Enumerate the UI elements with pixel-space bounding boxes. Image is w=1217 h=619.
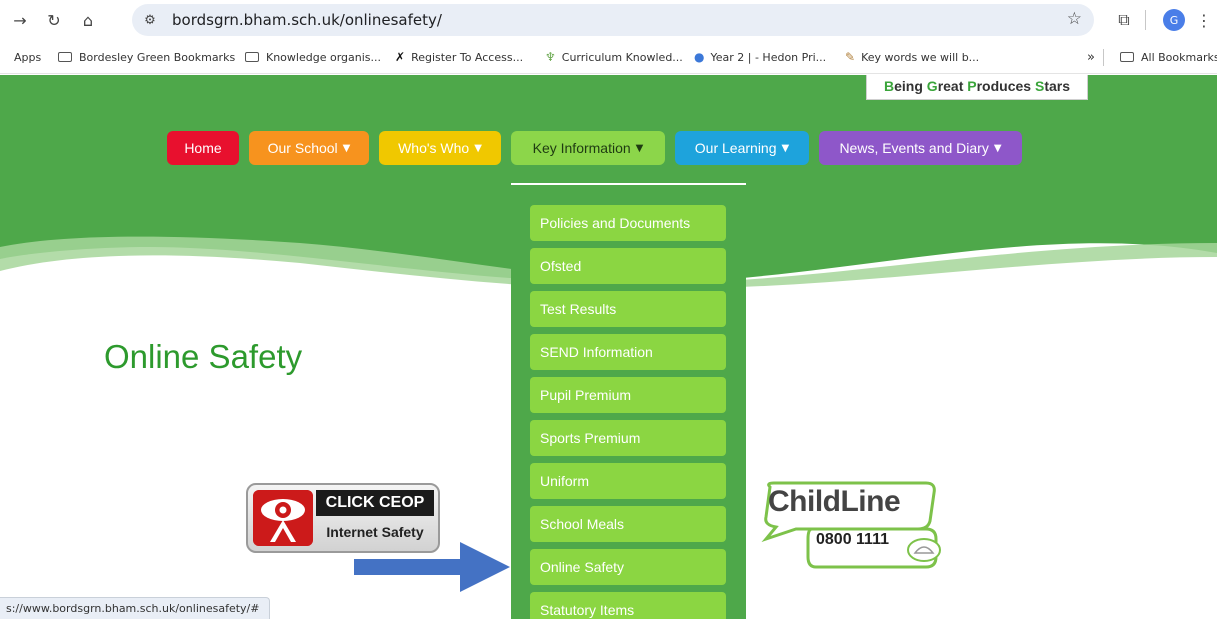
browser-window: → ↻ ⌂ ⚙ bordsgrn.bham.sch.uk/onlinesafet… <box>0 0 1217 619</box>
ceop-sublabel: Internet Safety <box>326 524 424 540</box>
bookmark-label: Key words we will b... <box>861 50 980 64</box>
motto-word: tars <box>1044 78 1070 94</box>
bookmark-year2-hedon[interactable]: ● Year 2 | - Hedon Pri... <box>694 49 826 65</box>
nav-news-events-diary[interactable]: News, Events and Diary ▼ <box>819 131 1022 165</box>
plant-icon: ♆ <box>545 50 556 64</box>
dropdown-item-send[interactable]: SEND Information <box>530 334 726 370</box>
bookmark-apps[interactable]: Apps <box>14 49 41 65</box>
bookmark-label: All Bookmarks <box>1141 50 1217 64</box>
bookmark-bordesley-green[interactable]: Bordesley Green Bookmarks <box>58 49 235 65</box>
nav-label: Who's Who <box>398 140 470 156</box>
bookmark-all-bookmarks[interactable]: All Bookmarks <box>1120 49 1217 65</box>
bookmark-curriculum[interactable]: ♆ Curriculum Knowled... <box>545 49 683 65</box>
motto-word: eing <box>894 78 927 94</box>
chevron-down-icon: ▼ <box>635 142 644 154</box>
motto-word: reat <box>937 78 968 94</box>
extensions-icon[interactable]: ⧉ <box>1112 8 1136 32</box>
dropdown-item-label: School Meals <box>540 516 625 532</box>
bookmarks-bar: Apps Bordesley Green Bookmarks Knowledge… <box>0 40 1217 74</box>
key-information-dropdown: Policies and Documents Ofsted Test Resul… <box>511 183 746 619</box>
home-icon[interactable]: ⌂ <box>76 8 100 32</box>
nav-label: Our School <box>267 140 338 156</box>
nav-whos-who[interactable]: Who's Who ▼ <box>379 131 501 165</box>
folder-icon <box>245 52 259 62</box>
motto-letter: B <box>884 78 895 94</box>
nav-label: Home <box>184 140 222 156</box>
chevron-down-icon: ▼ <box>993 142 1002 154</box>
motto-word: roduces <box>976 78 1035 94</box>
profile-avatar[interactable]: G <box>1163 9 1185 31</box>
bookmark-label: Curriculum Knowled... <box>561 50 683 64</box>
nav-label: News, Events and Diary <box>839 140 989 156</box>
register-site-icon: ✗ <box>395 50 406 64</box>
dropdown-item-online-safety[interactable]: Online Safety <box>530 549 726 585</box>
dropdown-item-label: Online Safety <box>540 559 625 575</box>
bookmark-label: Register To Access... <box>411 50 524 64</box>
ceop-eye-icon <box>253 490 313 546</box>
dropdown-item-label: Sports Premium <box>540 430 641 446</box>
dropdown-item-label: Pupil Premium <box>540 387 632 403</box>
nav-label: Key Information <box>532 140 631 156</box>
motto-letter: G <box>926 78 938 94</box>
page-title: Online Safety <box>104 338 303 375</box>
bookmark-label: Year 2 | - Hedon Pri... <box>710 50 827 64</box>
motto-letter: S <box>1034 78 1045 94</box>
dropdown-item-sports-premium[interactable]: Sports Premium <box>530 420 726 456</box>
dropdown-item-label: Ofsted <box>540 258 582 274</box>
childline-logo[interactable]: ChildLine 0800 1111 <box>756 477 956 572</box>
dropdown-item-statutory[interactable]: Statutory Items <box>530 592 726 619</box>
dropdown-item-label: Policies and Documents <box>540 215 691 231</box>
nav-our-learning[interactable]: Our Learning ▼ <box>675 131 809 165</box>
childline-name: ChildLine <box>768 485 901 518</box>
bookmark-register[interactable]: ✗ Register To Access... <box>395 49 523 65</box>
dropdown-item-ofsted[interactable]: Ofsted <box>530 248 726 284</box>
bookmark-label: Apps <box>14 50 42 64</box>
nav-our-school[interactable]: Our School ▼ <box>249 131 369 165</box>
nav-home[interactable]: Home <box>167 131 239 165</box>
bookmark-knowledge-organiser[interactable]: Knowledge organis... <box>245 49 381 65</box>
globe-icon: ● <box>694 50 705 64</box>
pointer-arrow-icon <box>354 542 510 592</box>
dropdown-item-uniform[interactable]: Uniform <box>530 463 726 499</box>
chevron-down-icon: ▼ <box>342 142 351 154</box>
motto-letter: P <box>967 78 977 94</box>
nav-key-information[interactable]: Key Information ▼ <box>511 131 665 165</box>
status-bar-url: s://www.bordsgrn.bham.sch.uk/onlinesafet… <box>0 597 271 619</box>
address-bar[interactable]: ⚙ bordsgrn.bham.sch.uk/onlinesafety/ ☆ <box>132 4 1094 36</box>
browser-toolbar: → ↻ ⌂ ⚙ bordsgrn.bham.sch.uk/onlinesafet… <box>0 0 1217 40</box>
nav-label: Our Learning <box>694 140 777 156</box>
childline-phone: 0800 1111 <box>816 531 889 548</box>
address-url[interactable]: bordsgrn.bham.sch.uk/onlinesafety/ <box>172 11 442 29</box>
dropdown-item-label: SEND Information <box>540 344 653 360</box>
pencil-icon: ✎ <box>845 50 856 64</box>
bookmarks-divider <box>1103 49 1104 66</box>
chevron-down-icon: ▼ <box>781 142 790 154</box>
managed-folder-icon <box>58 52 72 62</box>
folder-icon <box>1120 52 1134 62</box>
bookmark-label: Knowledge organis... <box>266 50 381 64</box>
dropdown-item-school-meals[interactable]: School Meals <box>530 506 726 542</box>
toolbar-divider <box>1145 10 1146 30</box>
forward-arrow-icon[interactable]: → <box>8 8 32 32</box>
site-settings-icon[interactable]: ⚙ <box>140 10 160 30</box>
dropdown-item-policies[interactable]: Policies and Documents <box>530 205 726 241</box>
dropdown-item-label: Statutory Items <box>540 602 635 618</box>
dropdown-item-label: Uniform <box>540 473 590 489</box>
ceop-label: CLICK CEOP <box>316 490 434 516</box>
school-motto: Being Great Produces Stars <box>866 75 1088 100</box>
web-page: Being Great Produces Stars Home Our Scho… <box>0 75 1217 619</box>
dropdown-item-label: Test Results <box>540 301 617 317</box>
browser-menu-icon[interactable]: ⋮ <box>1192 8 1216 32</box>
chevron-down-icon: ▼ <box>474 142 482 154</box>
dropdown-item-test-results[interactable]: Test Results <box>530 291 726 327</box>
bookmarks-overflow-button[interactable]: » <box>1087 49 1095 65</box>
dropdown-item-pupil-premium[interactable]: Pupil Premium <box>530 377 726 413</box>
bookmark-star-icon[interactable]: ☆ <box>1067 9 1082 29</box>
bookmark-key-words[interactable]: ✎ Key words we will b... <box>845 49 979 65</box>
bookmark-label: Bordesley Green Bookmarks <box>79 50 236 64</box>
reload-icon[interactable]: ↻ <box>42 8 66 32</box>
